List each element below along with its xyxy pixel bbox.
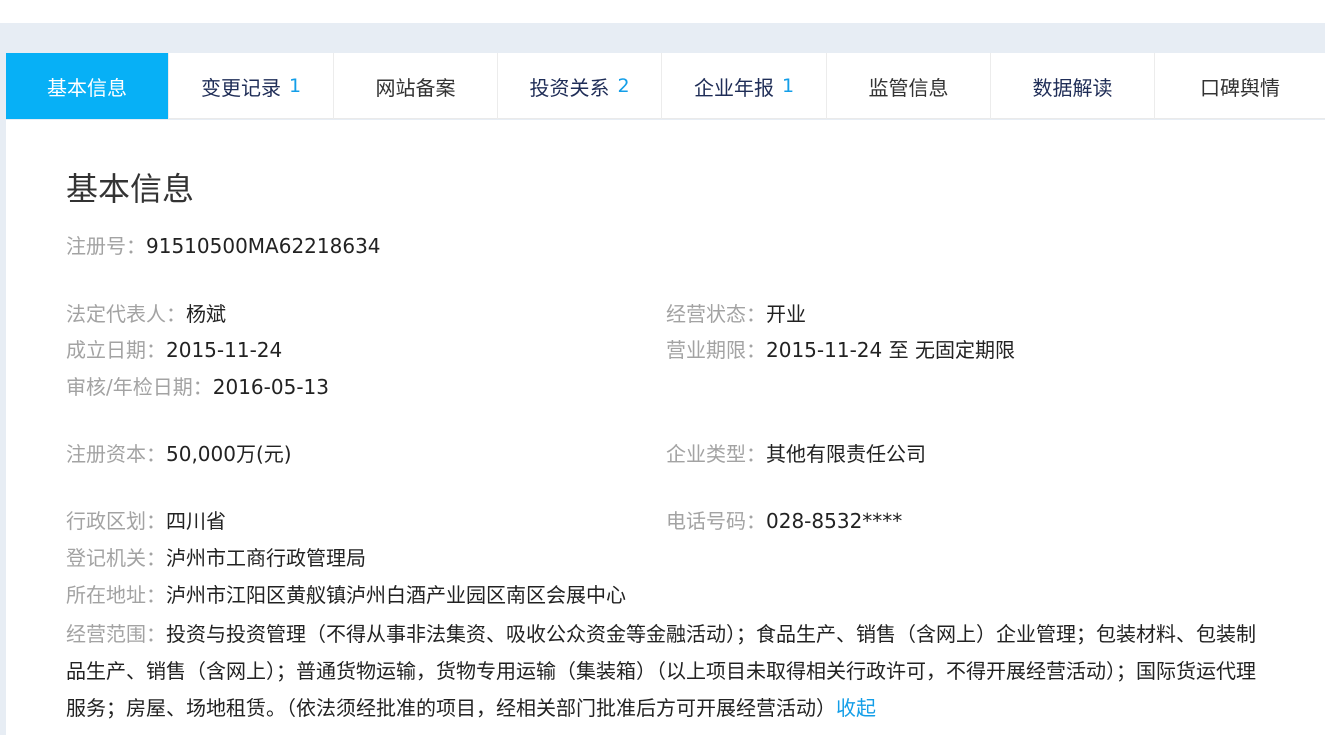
term-row: 营业期限：2015-11-24 至 无固定期限 bbox=[666, 336, 1015, 364]
top-bar bbox=[0, 0, 1325, 23]
audit-date-value: 2016-05-13 bbox=[212, 375, 329, 399]
tab-label: 数据解读 bbox=[1032, 75, 1113, 100]
address-label: 所在地址： bbox=[66, 583, 166, 607]
founded-value: 2015-11-24 bbox=[166, 338, 283, 362]
audit-date-row: 审核/年检日期：2016-05-13 bbox=[66, 373, 329, 401]
legal-rep-row: 法定代表人：杨斌 bbox=[66, 300, 226, 328]
term-value: 2015-11-24 至 无固定期限 bbox=[766, 338, 1015, 362]
phone-value: 028-8532**** bbox=[766, 509, 903, 533]
tab-label: 监管信息 bbox=[868, 75, 949, 100]
business-scope: 经营范围：投资与投资管理（不得从事非法集资、吸收公众资金等金融活动）；食品生产、… bbox=[66, 616, 1271, 727]
collapse-link[interactable]: 收起 bbox=[836, 696, 876, 720]
region-label: 行政区划： bbox=[66, 509, 166, 533]
capital-label: 注册资本： bbox=[66, 442, 166, 466]
company-type-value: 其他有限责任公司 bbox=[766, 442, 926, 466]
tab-basic-info[interactable]: 基本信息 bbox=[6, 53, 169, 119]
tab-label: 变更记录 bbox=[200, 75, 281, 100]
reg-no-value: 91510500MA62218634 bbox=[146, 234, 381, 258]
authority-row: 登记机关：泸州市工商行政管理局 bbox=[66, 544, 366, 572]
status-value: 开业 bbox=[766, 302, 806, 326]
tab-label: 投资关系 bbox=[529, 75, 610, 100]
founded-row: 成立日期：2015-11-24 bbox=[66, 336, 282, 364]
audit-date-label: 审核/年检日期： bbox=[66, 375, 213, 399]
tab-annual-report[interactable]: 企业年报 1 bbox=[662, 53, 827, 119]
section-title: 基本信息 bbox=[66, 170, 195, 208]
legal-rep-value: 杨斌 bbox=[186, 302, 226, 326]
authority-value: 泸州市工商行政管理局 bbox=[166, 546, 366, 570]
tab-change-records[interactable]: 变更记录 1 bbox=[169, 53, 334, 119]
tab-label: 基本信息 bbox=[47, 75, 127, 100]
founded-label: 成立日期： bbox=[66, 338, 166, 362]
legal-rep-label: 法定代表人： bbox=[66, 302, 186, 326]
tab-label: 网站备案 bbox=[375, 75, 456, 100]
address-value: 泸州市江阳区黄舣镇泸州白酒产业园区南区会展中心 bbox=[166, 583, 626, 607]
tab-data-analysis[interactable]: 数据解读 bbox=[991, 53, 1155, 119]
status-label: 经营状态： bbox=[666, 302, 766, 326]
tab-investment[interactable]: 投资关系 2 bbox=[498, 53, 662, 119]
company-type-row: 企业类型：其他有限责任公司 bbox=[666, 440, 926, 468]
term-label: 营业期限： bbox=[666, 338, 766, 362]
address-row: 所在地址：泸州市江阳区黄舣镇泸州白酒产业园区南区会展中心 bbox=[66, 581, 626, 609]
scope-value: 投资与投资管理（不得从事非法集资、吸收公众资金等金融活动）；食品生产、销售（含网… bbox=[66, 622, 1256, 720]
tab-count: 2 bbox=[617, 75, 630, 97]
tab-bar: 基本信息 变更记录 1 网站备案 投资关系 2 企业年报 1 监管信息 数据解读… bbox=[6, 53, 1325, 119]
phone-row: 电话号码：028-8532**** bbox=[666, 507, 902, 535]
tab-count: 1 bbox=[781, 75, 795, 97]
info-panel: 基本信息 注册号：91510500MA62218634 法定代表人：杨斌 经营状… bbox=[6, 120, 1325, 735]
authority-label: 登记机关： bbox=[66, 546, 166, 570]
tab-label: 口碑舆情 bbox=[1200, 75, 1280, 100]
status-row: 经营状态：开业 bbox=[666, 300, 806, 328]
tab-regulatory[interactable]: 监管信息 bbox=[827, 53, 991, 119]
phone-label: 电话号码： bbox=[666, 509, 766, 533]
capital-row: 注册资本：50,000万(元) bbox=[66, 440, 292, 468]
reg-no-row: 注册号：91510500MA62218634 bbox=[66, 232, 381, 260]
scope-label: 经营范围： bbox=[66, 622, 166, 646]
region-value: 四川省 bbox=[166, 509, 226, 533]
company-type-label: 企业类型： bbox=[666, 442, 766, 466]
reg-no-label: 注册号： bbox=[66, 234, 146, 258]
tab-reputation[interactable]: 口碑舆情 bbox=[1155, 53, 1325, 119]
region-row: 行政区划：四川省 bbox=[66, 507, 226, 535]
tab-website-filing[interactable]: 网站备案 bbox=[334, 53, 498, 119]
capital-value: 50,000万(元) bbox=[166, 442, 292, 466]
tab-label: 企业年报 bbox=[693, 75, 774, 100]
tab-count: 1 bbox=[288, 75, 302, 97]
